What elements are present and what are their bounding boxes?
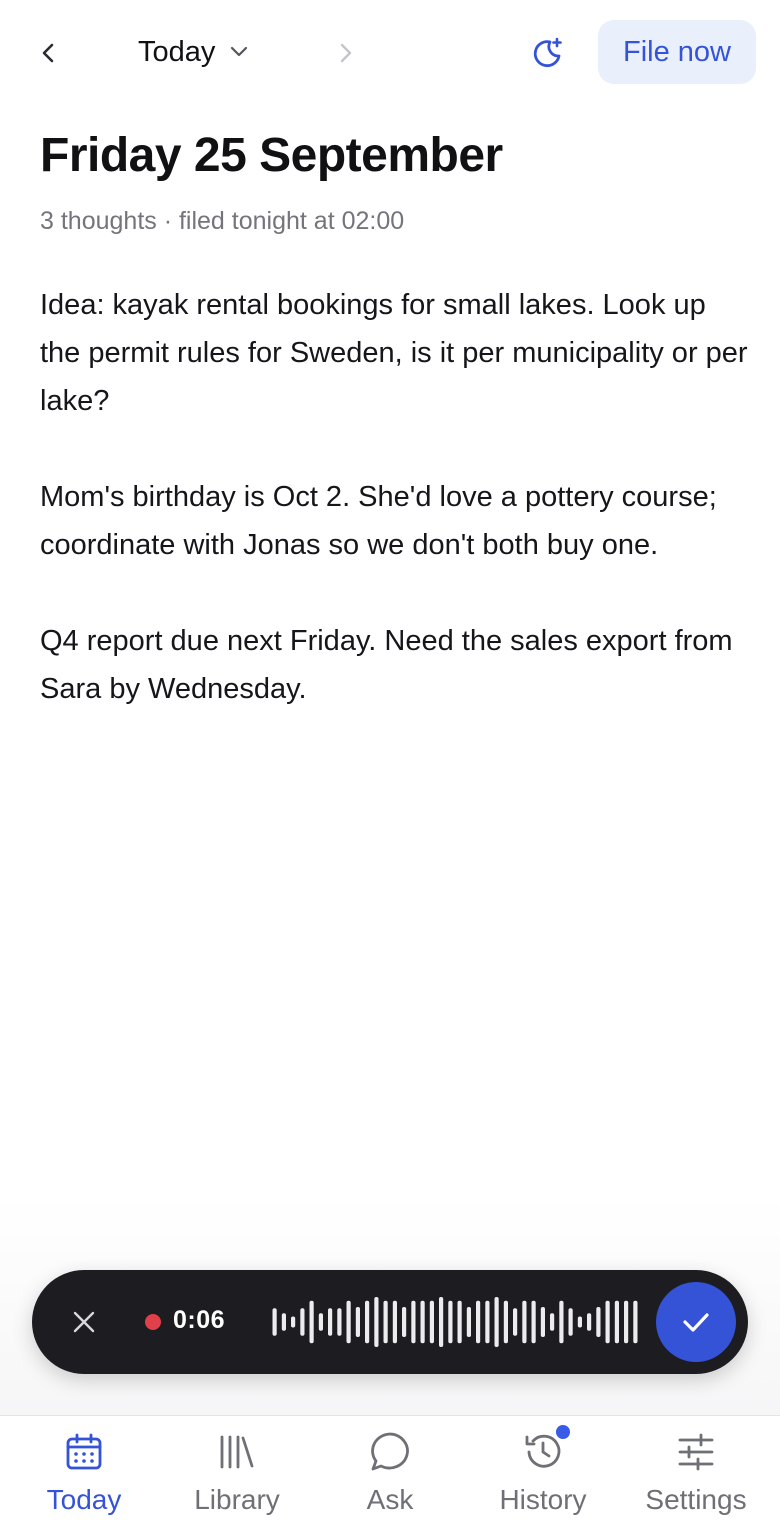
tab-label: History [499,1484,587,1515]
tab-label: Settings [645,1484,747,1515]
history-notification-badge [556,1425,570,1439]
chevron-right-icon [340,43,352,63]
waveform-bar [559,1300,564,1344]
waveform-bar [272,1308,277,1336]
waveform-bar [420,1300,425,1344]
waveform-bar [429,1300,434,1344]
nightly-filing-button[interactable] [526,32,568,74]
waveform-bar [337,1308,342,1336]
top-bar: Today File now [0,0,780,104]
waveform-bar [411,1300,416,1344]
waveform-bar [365,1300,370,1344]
waveform-bar [402,1307,407,1337]
tab-ask[interactable]: Ask [312,1416,468,1536]
recording-timer: 0:06 [173,1306,226,1334]
waveform-bar [439,1297,444,1347]
thought-item[interactable]: Mom's birthday is Oct 2. She'd love a po… [40,473,750,569]
tab-settings[interactable]: Settings [618,1416,774,1536]
waveform-bar [448,1300,453,1344]
waveform-bar [346,1300,351,1344]
thoughts-meta: 3 thoughts · filed tonight at 02:00 [40,207,405,235]
waveform-bar [513,1308,518,1336]
sliders-icon [674,1430,718,1474]
thought-item[interactable]: Idea: kayak rental bookings for small la… [40,281,750,425]
waveform-bar [568,1308,573,1336]
file-now-button[interactable]: File now [598,20,756,84]
tab-history[interactable]: History [465,1416,621,1536]
waveform-bar [466,1307,471,1337]
audio-waveform [272,1297,638,1347]
tab-today[interactable]: Today [6,1416,162,1536]
next-day-button[interactable] [326,34,364,72]
thought-item[interactable]: Q4 report due next Friday. Need the sale… [40,617,750,713]
date-picker-label: Today [138,35,216,68]
waveform-bar [503,1300,508,1344]
waveform-bar [355,1307,360,1337]
chat-bubble-icon [368,1430,412,1474]
waveform-bar [374,1297,379,1347]
waveform-bar [281,1313,286,1331]
thoughts-list: Idea: kayak rental bookings for small la… [40,281,750,761]
waveform-bar [392,1300,397,1344]
tab-label: Ask [366,1484,414,1515]
finish-recording-button[interactable] [656,1282,736,1362]
calendar-icon [62,1430,106,1474]
waveform-bar [318,1313,323,1331]
waveform-bar [596,1307,601,1337]
waveform-bar [614,1300,619,1344]
waveform-bar [328,1308,333,1336]
checkmark-icon [683,1313,709,1332]
waveform-bar [291,1316,296,1328]
chevron-left-icon [42,43,54,63]
waveform-bar [476,1300,481,1344]
waveform-bar [383,1300,388,1344]
waveform-bar [550,1313,555,1331]
waveform-bar [605,1300,610,1344]
tab-bar: Today Library Ask History Settings [0,1415,780,1536]
tab-library[interactable]: Library [159,1416,315,1536]
chevron-down-icon [231,46,248,57]
previous-day-button[interactable] [30,34,68,72]
waveform-bar [300,1308,305,1336]
waveform-bar [457,1300,462,1344]
waveform-bar [531,1300,536,1344]
waveform-bar [540,1307,545,1337]
recording-indicator-dot [145,1314,161,1330]
waveform-bar [587,1313,592,1331]
page-title: Friday 25 September [40,129,503,182]
waveform-bar [485,1300,490,1344]
tab-label: Library [194,1484,280,1515]
date-picker[interactable]: Today [138,32,249,72]
waveform-bar [624,1300,629,1344]
waveform-bar [309,1300,314,1344]
moon-sparkle-icon [533,37,562,68]
close-icon [73,1311,95,1333]
waveform-bar [633,1300,638,1344]
waveform-bar [494,1297,499,1347]
cancel-recording-button[interactable] [64,1302,104,1342]
library-icon [215,1430,259,1474]
tab-label: Today [46,1484,122,1515]
voice-recorder: 0:06 [32,1270,748,1374]
waveform-bar [522,1300,527,1344]
waveform-bar [577,1316,582,1328]
